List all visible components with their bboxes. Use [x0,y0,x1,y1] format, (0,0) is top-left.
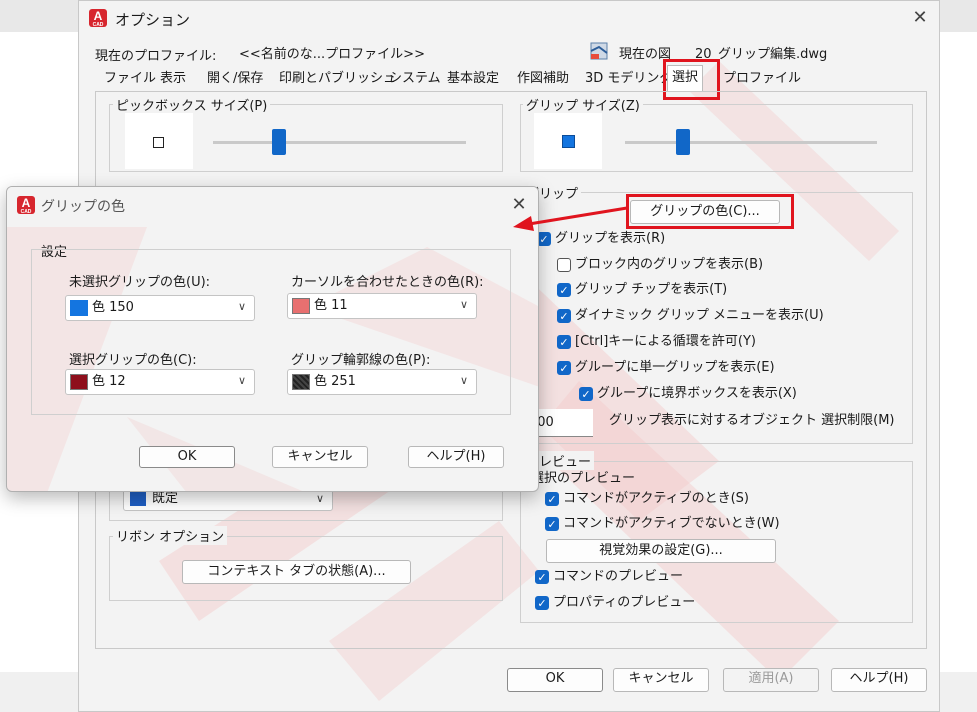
grip-dialog-cancel-button[interactable]: キャンセル [272,446,368,468]
profile-label: 現在のプロファイル: [95,49,217,64]
tab-display[interactable]: 表示 [156,67,190,92]
pickbox-slider-thumb[interactable] [272,129,286,155]
selected-grip-swatch [70,374,88,390]
grip-colors-dialog: A CAD グリップの色 ✕ 設定 未選択グリップの色(U): 色 150 ∨ カ… [6,186,539,492]
chevron-down-icon: ∨ [460,374,469,387]
grip-outline-swatch [292,374,310,390]
selection-preview-label: 選択のプレビュー [531,471,636,486]
property-preview-checkbox[interactable]: ✓ [535,596,549,610]
grip-outline-color-label: グリップ輪郭線の色(P): [291,353,431,368]
selection-color-swatch [130,492,146,506]
tab-user-preferences[interactable]: 基本設定 [443,67,503,92]
grip-dialog-ok-button[interactable]: OK [139,446,235,468]
chevron-down-icon: ∨ [460,298,469,311]
preview-command-inactive-label: コマンドがアクティブでないとき(W) [563,516,780,531]
hover-grip-swatch [292,298,310,314]
hover-grip-color-label: カーソルを合わせたときの色(R): [291,275,484,290]
help-button[interactable]: ヘルプ(H) [831,668,927,692]
property-preview-label: プロパティのプレビュー [553,595,696,610]
command-preview-label: コマンドのプレビュー [553,569,684,584]
ctrl-cycling-checkbox[interactable]: ✓ [557,335,571,349]
tab-drafting[interactable]: 作図補助 [513,67,573,92]
selected-grip-color-select[interactable]: 色 12 ∨ [65,369,255,395]
preview-command-active-checkbox[interactable]: ✓ [545,492,559,506]
grip-limit-label: グリップ表示に対するオブジェクト 選択制限(M) [609,413,895,428]
contextual-tab-states-button[interactable]: コンテキスト タブの状態(A)... [182,560,411,584]
autocad-app-icon: A CAD [17,196,35,215]
dynamic-grip-menu-label: ダイナミック グリップ メニューを表示(U) [575,308,824,323]
preview-command-inactive-checkbox[interactable]: ✓ [545,517,559,531]
unselected-grip-swatch [70,300,88,316]
grip-size-label: グリップ サイズ(Z) [523,95,643,114]
autocad-app-icon: A CAD [89,9,107,28]
cancel-button[interactable]: キャンセル [613,668,709,692]
tab-profiles[interactable]: プロファイル [719,67,805,92]
pickbox-slider-track[interactable] [213,141,466,144]
hover-grip-color-select[interactable]: 色 11 ∨ [287,293,477,319]
ribbon-options-label: リボン オプション [113,526,228,545]
tab-system[interactable]: システム [385,67,445,92]
visual-effects-button[interactable]: 視覚効果の設定(G)... [546,539,776,563]
selected-grip-color-label: 選択グリップの色(C): [69,353,197,368]
selected-grip-color-value: 色 12 [92,374,126,389]
profile-value: <<名前のな...プロファイル>> [239,47,425,62]
dynamic-grip-menu-checkbox[interactable]: ✓ [557,309,571,323]
tab-plot-publish[interactable]: 印刷とパブリッシュ [275,67,400,92]
apply-button[interactable]: 適用(A) [723,668,819,692]
grip-dialog-title: グリップの色 [41,199,125,215]
grip-dialog-help-button[interactable]: ヘルプ(H) [408,446,504,468]
close-icon[interactable]: ✕ [908,6,932,30]
grip-outline-color-select[interactable]: 色 251 ∨ [287,369,477,395]
pickbox-preview [125,113,193,169]
tab-files[interactable]: ファイル [100,67,160,92]
ctrl-cycling-label: [Ctrl]キーによる循環を許可(Y) [575,334,756,349]
chevron-down-icon: ∨ [238,300,247,313]
pickbox-square [153,137,164,148]
ok-button[interactable]: OK [507,668,603,692]
single-grip-in-groups-label: グループに単一グリップを表示(E) [575,360,775,375]
hover-grip-color-value: 色 11 [314,298,348,313]
bounding-box-groups-checkbox[interactable]: ✓ [579,387,593,401]
unselected-grip-color-value: 色 150 [92,300,134,315]
grip-size-slider-track[interactable] [625,141,877,144]
unselected-grip-color-label: 未選択グリップの色(U): [69,275,211,290]
grip-size-slider-thumb[interactable] [676,129,690,155]
drawing-file-icon [590,42,608,60]
unselected-grip-color-select[interactable]: 色 150 ∨ [65,295,255,321]
arrow-annotation-icon [513,206,628,231]
pickbox-size-label: ピックボックス サイズ(P) [113,95,271,114]
single-grip-in-groups-checkbox[interactable]: ✓ [557,361,571,375]
chevron-down-icon: ∨ [238,374,247,387]
tab-open-save[interactable]: 開く/保存 [203,67,267,92]
grip-outline-color-value: 色 251 [314,374,356,389]
bounding-box-groups-label: グループに境界ボックスを表示(X) [597,386,797,401]
selection-color-value: 既定 [152,491,179,506]
show-grips-in-blocks-checkbox[interactable] [557,258,571,272]
chevron-down-icon: ∨ [316,492,325,505]
command-preview-checkbox[interactable]: ✓ [535,570,549,584]
grip-size-preview [534,113,602,169]
show-grips-in-blocks-label: ブロック内のグリップを表示(B) [575,257,764,272]
show-grip-tips-checkbox[interactable]: ✓ [557,283,571,297]
grip-color-button-highlight [626,194,794,229]
window-title: オプション [115,11,191,29]
show-grip-tips-label: グリップ チップを表示(T) [575,282,728,297]
preview-command-active-label: コマンドがアクティブのとき(S) [563,491,749,506]
grip-square [562,135,575,148]
